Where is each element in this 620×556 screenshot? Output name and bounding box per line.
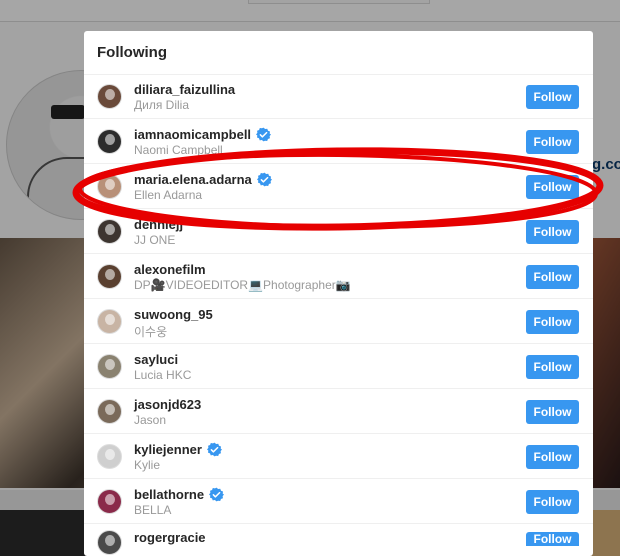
follow-button[interactable]: Follow	[526, 532, 579, 546]
username-line: jasonjd623	[134, 396, 201, 412]
username-link[interactable]: denniejj	[134, 217, 183, 232]
username-link[interactable]: maria.elena.adarna	[134, 172, 252, 187]
user-names: denniejj JJ ONE	[134, 216, 183, 248]
user-names: kyliejenner Kylie	[134, 441, 222, 473]
user-names: jasonjd623 Jason	[134, 396, 201, 428]
full-name: Диля Dilia	[134, 98, 190, 112]
username-link[interactable]: iamnaomicampbell	[134, 127, 251, 142]
username-link[interactable]: rogergracie	[134, 530, 206, 545]
username-line: maria.elena.adarna	[134, 171, 272, 187]
avatar[interactable]	[97, 84, 122, 109]
avatar[interactable]	[97, 489, 122, 514]
user-names: bellathorne BELLA	[134, 486, 225, 518]
avatar[interactable]	[97, 174, 122, 199]
full-name: JJ ONE	[134, 233, 176, 247]
username-line: iamnaomicampbell	[134, 126, 272, 142]
username-link[interactable]: alexonefilm	[134, 262, 206, 277]
username-link[interactable]: sayluci	[134, 352, 178, 367]
username-line: suwoong_95	[134, 306, 213, 322]
user-names: sayluci Lucia HKC	[134, 351, 191, 383]
full-name: Lucia HKC	[134, 368, 192, 382]
user-row[interactable]: sayluci Lucia HKC Follow	[84, 344, 593, 389]
avatar[interactable]	[97, 129, 122, 154]
full-name: Ellen Adarna	[134, 188, 203, 202]
follow-button[interactable]: Follow	[526, 400, 579, 424]
avatar[interactable]	[97, 444, 122, 469]
username-link[interactable]: suwoong_95	[134, 307, 213, 322]
follow-button[interactable]: Follow	[526, 355, 579, 379]
user-names: maria.elena.adarna Ellen Adarna	[134, 171, 272, 203]
avatar[interactable]	[97, 219, 122, 244]
full-name: Naomi Campbell	[134, 143, 223, 157]
user-row[interactable]: alexonefilm DP🎥VIDEOEDITOR💻Photographer📷 F…	[84, 254, 593, 299]
avatar[interactable]	[97, 264, 122, 289]
avatar[interactable]	[97, 354, 122, 379]
avatar[interactable]	[97, 399, 122, 424]
user-names: iamnaomicampbell Naomi Campbell	[134, 126, 272, 158]
user-row[interactable]: rogergracie Follow	[84, 524, 593, 555]
username-line: denniejj	[134, 216, 183, 232]
follow-button[interactable]: Follow	[526, 310, 579, 334]
full-name: Jason	[134, 413, 167, 427]
follow-button[interactable]: Follow	[526, 265, 579, 289]
avatar[interactable]	[97, 530, 122, 555]
username-link[interactable]: bellathorne	[134, 487, 204, 502]
full-name: DP🎥VIDEOEDITOR💻Photographer📷	[134, 278, 351, 292]
verified-badge-icon	[256, 127, 272, 141]
user-row[interactable]: denniejj JJ ONE Follow	[84, 209, 593, 254]
follow-button[interactable]: Follow	[526, 85, 579, 109]
user-names: rogergracie	[134, 529, 206, 556]
username-line: rogergracie	[134, 529, 206, 545]
user-names: alexonefilm DP🎥VIDEOEDITOR💻Photographer📷	[134, 261, 351, 293]
username-line: diliara_faizullina	[134, 81, 235, 97]
user-row[interactable]: maria.elena.adarna Ellen Adarna Follow	[84, 164, 593, 209]
user-row[interactable]: kyliejenner Kylie Follow	[84, 434, 593, 479]
username-link[interactable]: kyliejenner	[134, 442, 202, 457]
verified-badge-icon	[256, 172, 272, 186]
dialog-title: Following	[97, 44, 167, 61]
username-link[interactable]: jasonjd623	[134, 397, 201, 412]
user-row[interactable]: suwoong_95 이수웅 Follow	[84, 299, 593, 344]
full-name: BELLA	[134, 503, 172, 517]
user-row[interactable]: iamnaomicampbell Naomi Campbell Follow	[84, 119, 593, 164]
follow-button[interactable]: Follow	[526, 445, 579, 469]
user-row[interactable]: diliara_faizullina Диля Dilia Follow	[84, 74, 593, 119]
following-dialog: Following diliara_faizullina Диля Dilia Fo…	[84, 31, 593, 556]
full-name: 이수웅	[134, 325, 168, 339]
verified-badge-icon	[206, 442, 222, 456]
username-link[interactable]: diliara_faizullina	[134, 82, 235, 97]
user-names: suwoong_95 이수웅	[134, 306, 213, 340]
avatar[interactable]	[97, 309, 122, 334]
follow-button[interactable]: Follow	[526, 175, 579, 199]
follow-button[interactable]: Follow	[526, 490, 579, 514]
username-line: alexonefilm	[134, 261, 351, 277]
follow-button[interactable]: Follow	[526, 220, 579, 244]
username-line: sayluci	[134, 351, 191, 367]
user-names: diliara_faizullina Диля Dilia	[134, 81, 235, 113]
verified-badge-icon	[209, 487, 225, 501]
user-row[interactable]: bellathorne BELLA Follow	[84, 479, 593, 524]
username-line: kyliejenner	[134, 441, 222, 457]
username-line: bellathorne	[134, 486, 225, 502]
full-name	[134, 546, 206, 556]
follow-button[interactable]: Follow	[526, 130, 579, 154]
following-list[interactable]: diliara_faizullina Диля Dilia Follow iamnao…	[84, 74, 593, 555]
dialog-header: Following	[84, 31, 593, 75]
full-name: Kylie	[134, 458, 161, 472]
user-row[interactable]: jasonjd623 Jason Follow	[84, 389, 593, 434]
